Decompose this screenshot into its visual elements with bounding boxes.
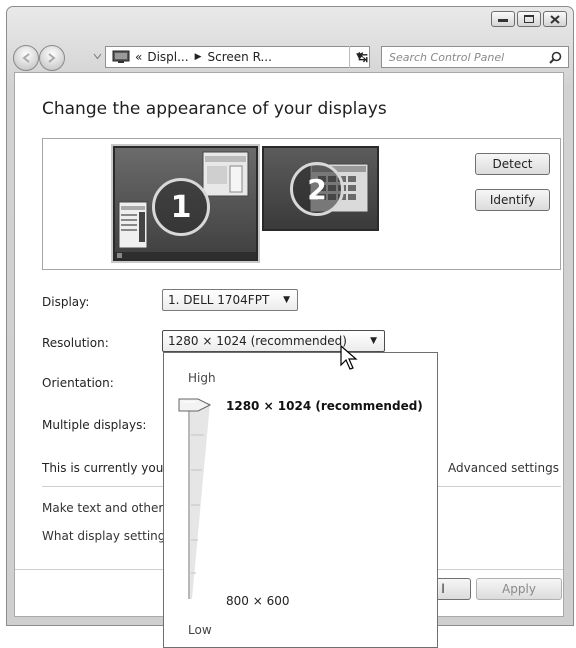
display-settings-help-link[interactable]: What display setting bbox=[42, 529, 165, 543]
monitor-arrangement-panel: 1 2 Detect Identify bbox=[42, 138, 561, 270]
minimize-button[interactable] bbox=[491, 11, 515, 27]
back-arrow-icon bbox=[22, 53, 30, 63]
monitor-2-number: 2 bbox=[290, 162, 344, 216]
back-button[interactable] bbox=[13, 45, 39, 71]
maximize-button[interactable] bbox=[517, 11, 541, 27]
address-overflow[interactable]: « bbox=[135, 50, 142, 64]
resolution-slider-track[interactable] bbox=[188, 403, 210, 599]
monitor-1[interactable]: 1 bbox=[113, 146, 258, 261]
chevron-down-icon: ▼ bbox=[283, 295, 290, 305]
slider-low-label: Low bbox=[188, 623, 212, 637]
refresh-button[interactable]: ↹ bbox=[349, 46, 376, 68]
apply-button[interactable]: Apply bbox=[476, 578, 562, 600]
forward-button[interactable] bbox=[39, 45, 65, 71]
control-panel-icon bbox=[112, 50, 130, 63]
recent-pages-dropdown-icon[interactable] bbox=[93, 53, 102, 60]
search-placeholder: Search Control Panel bbox=[389, 50, 505, 64]
address-bar[interactable]: « Displ... ▶ Screen R... ▼ bbox=[105, 46, 370, 68]
mouse-pointer-icon bbox=[340, 345, 358, 370]
close-icon bbox=[550, 14, 560, 24]
breadcrumb-display[interactable]: Displ... bbox=[147, 50, 188, 64]
caption-buttons bbox=[491, 11, 567, 27]
monitor-1-number: 1 bbox=[152, 178, 210, 236]
text-size-link[interactable]: Make text and other bbox=[42, 501, 163, 515]
display-label: Display: bbox=[42, 295, 90, 309]
slider-thumb[interactable] bbox=[178, 397, 214, 413]
close-button[interactable] bbox=[543, 11, 567, 27]
monitor-2[interactable]: 2 bbox=[262, 146, 379, 231]
minimize-icon bbox=[498, 19, 508, 22]
identify-button[interactable]: Identify bbox=[475, 189, 550, 211]
forward-arrow-icon bbox=[48, 53, 56, 63]
resolution-option-high[interactable]: 1280 × 1024 (recommended) bbox=[226, 399, 423, 413]
orientation-label: Orientation: bbox=[42, 376, 114, 390]
search-icon[interactable] bbox=[549, 51, 562, 64]
advanced-settings-link[interactable]: Advanced settings bbox=[448, 461, 559, 475]
slider-high-label: High bbox=[188, 371, 216, 385]
page-title: Change the appearance of your displays bbox=[42, 99, 387, 119]
resolution-option-low[interactable]: 800 × 600 bbox=[226, 594, 290, 608]
breadcrumb-separator-icon[interactable]: ▶ bbox=[195, 52, 202, 62]
display-select[interactable]: 1. DELL 1704FPT ▼ bbox=[162, 289, 298, 311]
maximize-icon bbox=[524, 15, 534, 23]
detect-button[interactable]: Detect bbox=[475, 153, 550, 175]
multiple-displays-label: Multiple displays: bbox=[42, 418, 147, 432]
current-display-status: This is currently you bbox=[42, 461, 164, 475]
resolution-slider-popup: High 1280 × 1024 (recommended) 800 × 600… bbox=[163, 352, 438, 648]
refresh-icon: ↹ bbox=[357, 50, 369, 64]
chevron-down-icon: ▼ bbox=[370, 336, 377, 346]
display-select-value: 1. DELL 1704FPT bbox=[168, 293, 270, 307]
resolution-select-value: 1280 × 1024 (recommended) bbox=[168, 334, 347, 348]
resolution-label: Resolution: bbox=[42, 336, 109, 350]
search-input[interactable]: Search Control Panel bbox=[381, 46, 569, 68]
breadcrumb-screen-resolution[interactable]: Screen R... bbox=[208, 50, 272, 64]
navigation-bar: « Displ... ▶ Screen R... ▼ ↹ Search Cont… bbox=[13, 43, 569, 73]
